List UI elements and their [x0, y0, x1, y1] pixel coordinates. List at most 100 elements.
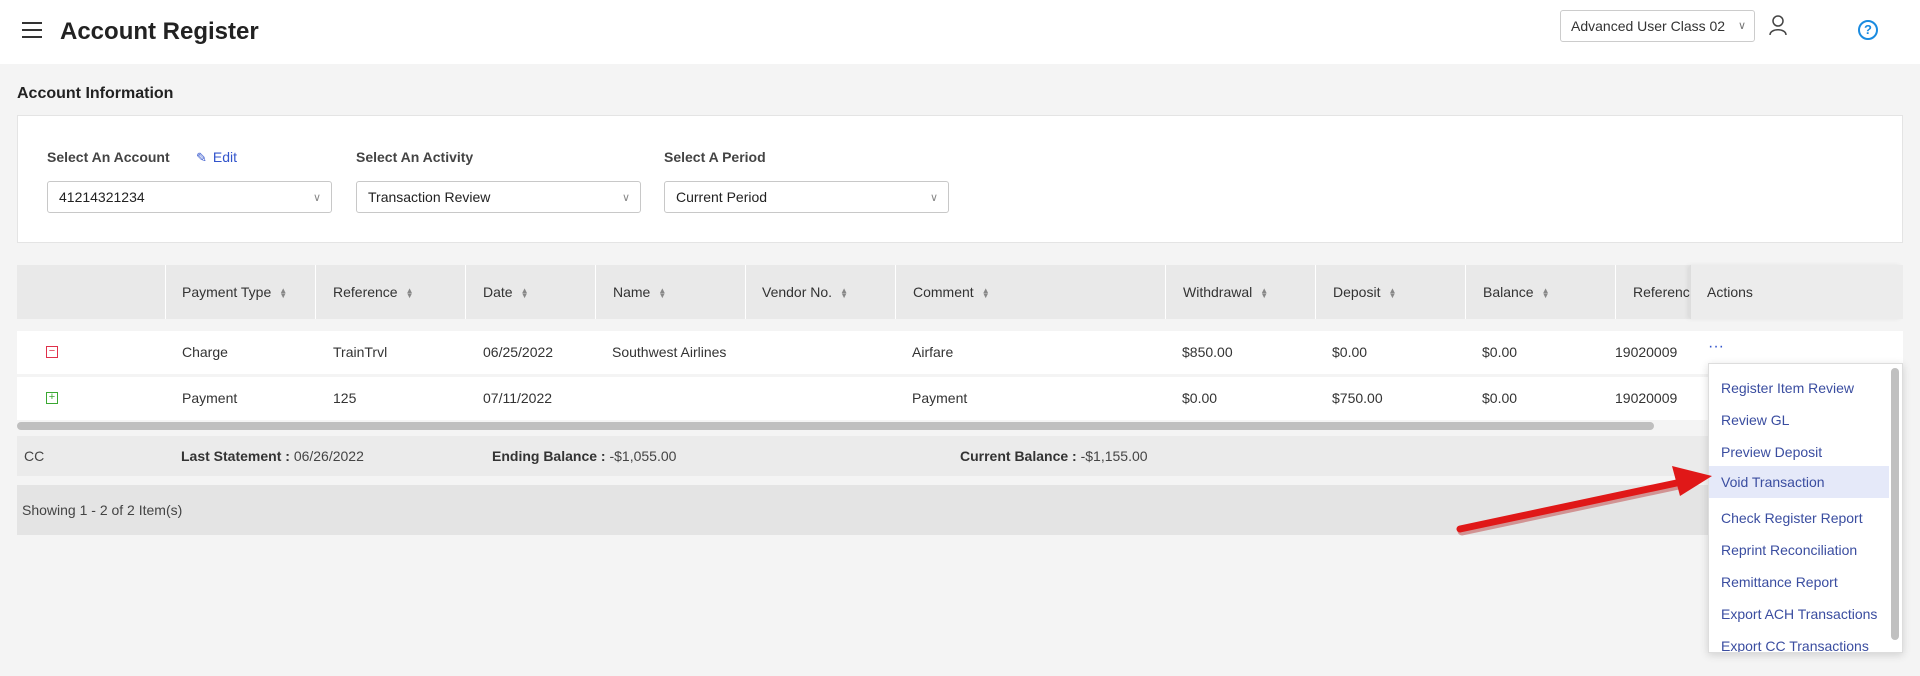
column-divider — [1465, 265, 1466, 319]
section-title: Account Information — [17, 85, 174, 102]
chevron-down-icon: ∨ — [621, 192, 630, 204]
menu-item-review-gl[interactable]: Review GL — [1709, 404, 1889, 436]
chevron-down-icon: ∨ — [1737, 20, 1746, 32]
column-divider — [1615, 265, 1616, 319]
sort-icon: ▲ ▼ — [405, 286, 414, 301]
sort-icon: ▲ ▼ — [658, 286, 667, 301]
column-divider — [895, 265, 896, 319]
menu-scrollbar[interactable] — [1891, 368, 1899, 640]
top-header: Account Register Advanced User Class 02 … — [0, 0, 1920, 64]
column-header-name[interactable]: Name ▲ ▼ — [613, 265, 666, 319]
column-header-reference-2[interactable]: Reference — [1633, 265, 1698, 319]
cell-date: 07/11/2022 — [483, 390, 553, 406]
column-divider — [1315, 265, 1316, 319]
column-divider — [165, 265, 166, 319]
page-title: Account Register — [60, 18, 259, 45]
cell-reference: TrainTrvl — [333, 344, 388, 360]
cell-comment: Airfare — [912, 344, 954, 360]
column-header-vendor-no[interactable]: Vendor No. ▲ ▼ — [762, 265, 848, 319]
ending-balance: Ending Balance : -$1,055.00 — [492, 448, 676, 464]
menu-item-remittance-report[interactable]: Remittance Report — [1709, 566, 1889, 598]
table-row[interactable]: − Charge TrainTrvl 06/25/2022 Southwest … — [17, 331, 1903, 374]
class-select-value: Advanced User Class 02 — [1571, 18, 1726, 34]
class-select[interactable]: Advanced User Class 02 ∨ — [1560, 10, 1755, 42]
menu-item-void-transaction[interactable]: Void Transaction — [1709, 466, 1889, 498]
cell-date: 06/25/2022 — [483, 344, 554, 360]
menu-item-preview-deposit[interactable]: Preview Deposit — [1709, 436, 1889, 468]
cell-deposit: $0.00 — [1332, 344, 1368, 360]
actions-dropdown-menu: Register Item Review Review GL Preview D… — [1708, 363, 1903, 653]
column-header-comment[interactable]: Comment ▲ ▼ — [913, 265, 990, 319]
sort-icon: ▲ ▼ — [520, 286, 529, 301]
column-header-reference[interactable]: Reference ▲ ▼ — [333, 265, 414, 319]
period-label: Select A Period — [664, 149, 766, 165]
cell-balance: $0.00 — [1482, 390, 1518, 406]
chevron-down-icon: ∨ — [312, 192, 321, 204]
column-header-withdrawal[interactable]: Withdrawal ▲ ▼ — [1183, 265, 1268, 319]
menu-item-check-register-report[interactable]: Check Register Report — [1709, 502, 1889, 534]
period-select[interactable]: Current Period ∨ — [664, 181, 949, 213]
last-statement-value: 06/26/2022 — [293, 448, 364, 464]
account-select[interactable]: 41214321234 ∨ — [47, 181, 332, 213]
column-header-deposit[interactable]: Deposit ▲ ▼ — [1333, 265, 1396, 319]
edit-label: Edit — [212, 149, 238, 165]
column-header-label: Withdrawal — [1183, 284, 1253, 300]
horizontal-scrollbar[interactable] — [17, 422, 1654, 430]
pagination-bar: Showing 1 - 2 of 2 Item(s) — [17, 485, 1903, 535]
hamburger-menu-icon[interactable] — [22, 22, 42, 38]
column-header-payment-type[interactable]: Payment Type ▲ ▼ — [182, 265, 287, 319]
cell-reference-2: 19020009 — [1615, 390, 1678, 406]
column-header-label: Reference — [333, 284, 398, 300]
column-header-label: Deposit — [1333, 284, 1381, 300]
table-row[interactable]: + Payment 125 07/11/2022 Payment $0.00 $… — [17, 377, 1903, 420]
sort-icon: ▲ ▼ — [279, 286, 288, 301]
menu-item-export-cc-transactions[interactable]: Export CC Transactions — [1709, 630, 1889, 652]
menu-item-register-item-review[interactable]: Register Item Review — [1709, 372, 1889, 404]
column-header-label: Vendor No. — [762, 284, 833, 300]
menu-item-export-ach-transactions[interactable]: Export ACH Transactions — [1709, 598, 1889, 630]
current-balance: Current Balance : -$1,155.00 — [960, 448, 1148, 464]
activity-select[interactable]: Transaction Review ∨ — [356, 181, 641, 213]
sort-icon: ▲ ▼ — [1388, 286, 1397, 301]
cell-payment-type: Payment — [182, 390, 238, 406]
sort-icon: ▲ ▼ — [1260, 286, 1269, 301]
sort-icon: ▲ ▼ — [1541, 286, 1550, 301]
pencil-icon: ✎ — [196, 150, 207, 165]
activity-label: Select An Activity — [356, 149, 474, 165]
period-select-value: Current Period — [676, 189, 768, 205]
account-info-card: Select An Account ✎ Edit Select An Activi… — [17, 115, 1903, 243]
cell-name: Southwest Airlines — [612, 344, 727, 360]
column-header-label: Comment — [913, 284, 974, 300]
cell-withdrawal: $0.00 — [1182, 390, 1218, 406]
activity-select-value: Transaction Review — [368, 189, 491, 205]
cell-balance: $0.00 — [1482, 344, 1518, 360]
cell-reference: 125 — [333, 390, 357, 406]
cell-deposit: $750.00 — [1332, 390, 1383, 406]
current-balance-value: -$1,155.00 — [1080, 448, 1148, 464]
ending-balance-value: -$1,055.00 — [609, 448, 677, 464]
chevron-down-icon: ∨ — [929, 192, 938, 204]
sort-icon: ▲ ▼ — [840, 286, 848, 301]
column-header-date[interactable]: Date ▲ ▼ — [483, 265, 529, 319]
column-divider — [465, 265, 466, 319]
edit-link[interactable]: ✎ Edit — [196, 149, 237, 166]
user-icon[interactable] — [1768, 14, 1788, 36]
current-balance-label: Current Balance : — [960, 448, 1077, 464]
sort-icon: ▲ ▼ — [981, 286, 990, 301]
account-label: Select An Account — [47, 149, 170, 165]
help-icon[interactable]: ? — [1858, 20, 1878, 40]
cell-payment-type: Charge — [182, 344, 228, 360]
row-actions-ellipsis-icon[interactable]: ··· — [1708, 338, 1724, 356]
cell-reference-2: 19020009 — [1615, 344, 1678, 360]
account-summary-bar: CC Last Statement : 06/26/2022 Ending Ba… — [17, 436, 1903, 476]
column-divider — [595, 265, 596, 319]
column-divider — [315, 265, 316, 319]
account-type: CC — [24, 448, 45, 464]
cell-comment: Payment — [912, 390, 968, 406]
actions-label: Actions — [1707, 284, 1753, 300]
plus-icon[interactable]: + — [46, 392, 58, 404]
column-header-label: Date — [483, 284, 513, 300]
menu-item-reprint-reconciliation[interactable]: Reprint Reconciliation — [1709, 534, 1889, 566]
minus-icon[interactable]: − — [46, 346, 58, 358]
column-header-balance[interactable]: Balance ▲ ▼ — [1483, 265, 1550, 319]
